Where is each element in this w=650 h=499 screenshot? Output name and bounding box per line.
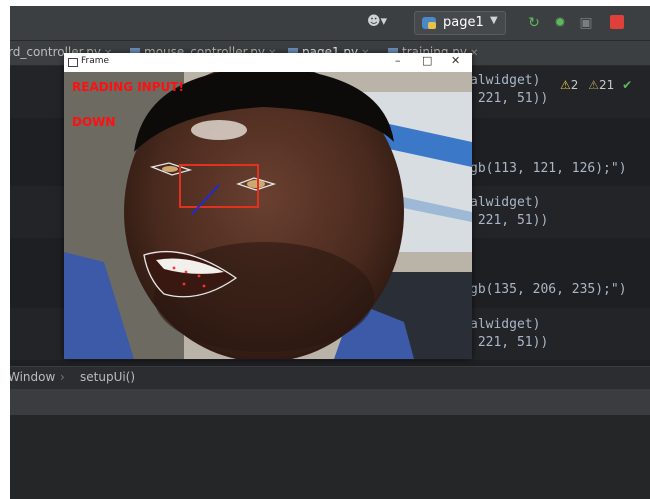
rerun-icon[interactable]: ↻ — [524, 13, 544, 33]
minimize-icon[interactable]: – — [395, 54, 401, 67]
mouth-landmark-point — [172, 266, 176, 270]
code-line: alwidget) — [470, 73, 541, 88]
user-icon[interactable]: ☻▾ — [367, 14, 391, 32]
close-icon[interactable]: ✕ — [451, 54, 460, 67]
webcam-frame-image — [64, 72, 472, 359]
maximize-icon[interactable]: □ — [422, 54, 432, 67]
warning-icon: ⚠ — [560, 78, 571, 92]
inspection-widget[interactable]: ⚠2 ⚠21 ✔ — [560, 78, 632, 92]
checkmark-icon: ✔ — [622, 78, 633, 92]
code-line: alwidget) — [470, 317, 541, 332]
warning-count: 2 — [570, 78, 579, 92]
tool-window-header — [10, 389, 650, 415]
weak-warning-icon: ⚠ — [588, 78, 599, 92]
run-configuration-selector[interactable]: page1 ▼ — [414, 11, 506, 35]
webcam-video-feed: READING INPUT! DOWN — [64, 72, 472, 359]
breadcrumb-method[interactable]: setupUi() — [80, 370, 135, 384]
breadcrumb: Window › setupUi() — [10, 366, 650, 389]
direction-overlay-text: DOWN — [72, 115, 116, 129]
mouth-landmark-point — [197, 274, 201, 278]
code-line: gb(135, 206, 235);") — [470, 282, 627, 297]
frame-title: Frame — [81, 56, 110, 66]
code-line: 221, 51)) — [470, 213, 549, 228]
python-icon — [422, 17, 436, 29]
code-line: alwidget) — [470, 195, 541, 210]
frame-titlebar[interactable]: Frame – □ ✕ — [64, 53, 472, 73]
stop-icon[interactable] — [610, 15, 624, 29]
run-configuration-label: page1 — [443, 15, 484, 30]
mouth-landmark-point — [182, 282, 186, 286]
opencv-frame-window[interactable]: Frame – □ ✕ READING INPUT! DOWN — [64, 53, 472, 359]
forehead-mark — [191, 120, 247, 140]
mouth-landmark-point — [202, 284, 206, 288]
weak-warning-count: 21 — [599, 78, 615, 92]
code-line: 221, 51)) — [470, 335, 549, 350]
left-eye — [162, 166, 178, 172]
mouth-landmark-point — [184, 270, 188, 274]
code-line: 221, 51)) — [470, 91, 549, 106]
status-overlay-text: READING INPUT! — [72, 80, 184, 94]
main-toolbar: ☻▾ page1 ▼ ↻ ✹ ▣ — [10, 6, 650, 41]
window-icon — [68, 58, 78, 67]
coverage-icon[interactable]: ▣ — [576, 13, 596, 33]
code-line: gb(113, 121, 126);") — [470, 161, 627, 176]
chevron-right-icon: › — [60, 370, 65, 384]
right-eye — [247, 180, 265, 188]
debug-icon[interactable]: ✹ — [550, 13, 570, 33]
tool-window-content — [10, 415, 650, 499]
breadcrumb-class[interactable]: Window — [10, 370, 55, 384]
chevron-down-icon: ▼ — [490, 15, 498, 26]
